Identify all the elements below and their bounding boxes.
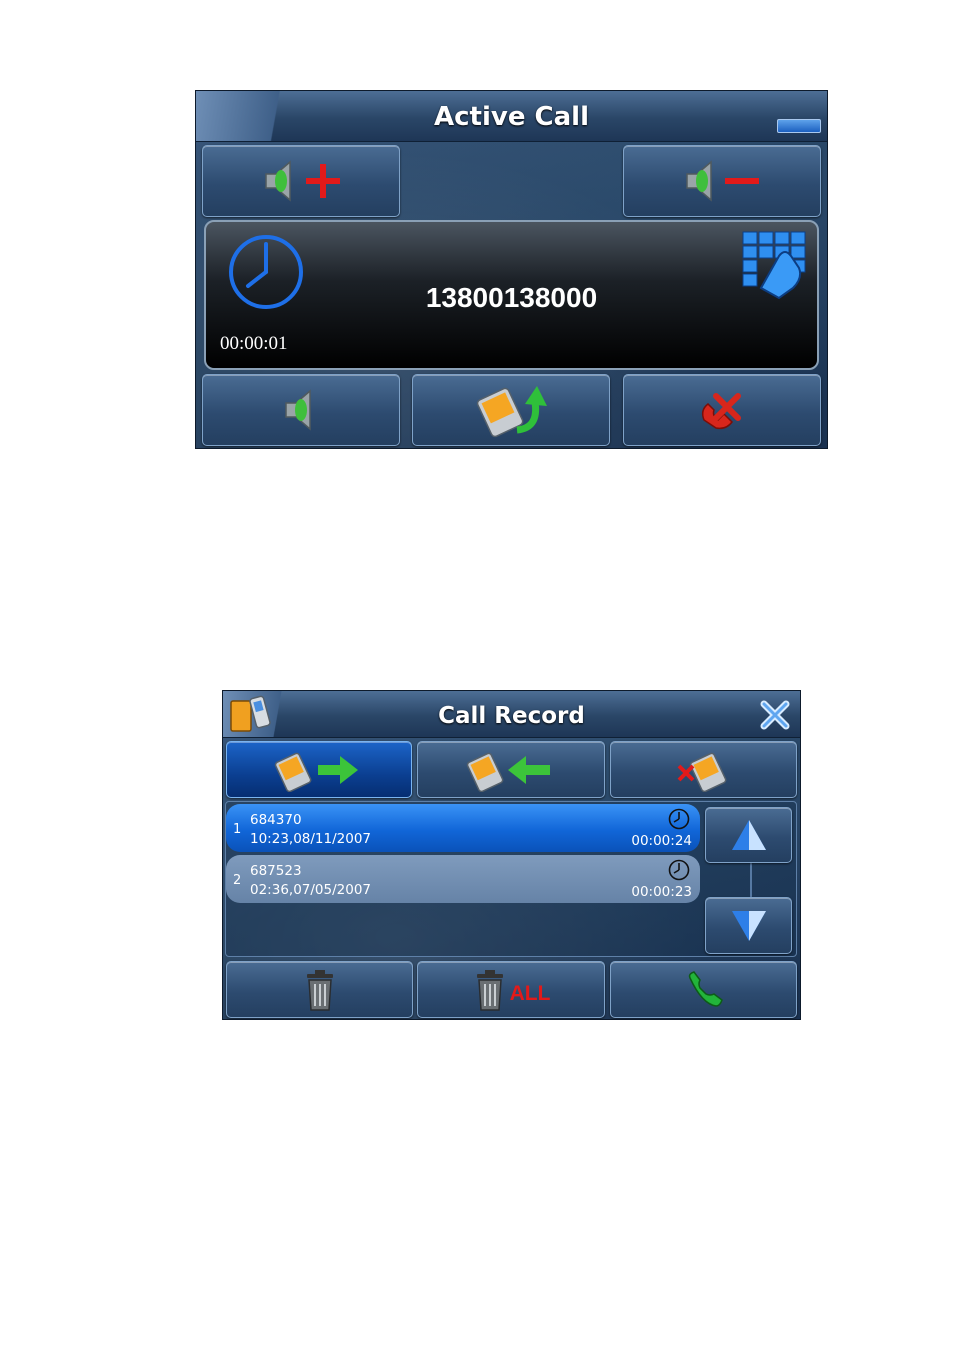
speaker-icon <box>285 389 311 431</box>
clock-icon <box>668 859 690 881</box>
hang-up-button[interactable] <box>623 374 821 446</box>
speaker-plus-icon <box>265 160 340 202</box>
delete-all-button[interactable]: ALL <box>417 961 605 1018</box>
speaker-button[interactable] <box>202 374 400 446</box>
close-icon[interactable] <box>758 698 792 732</box>
page-title: Active Call <box>434 102 589 132</box>
title-bar: Call Record <box>223 691 800 738</box>
list-item[interactable]: 2 687523 02:36,07/05/2007 00:00:23 <box>226 855 700 903</box>
arrow-up-icon <box>731 820 766 850</box>
list-item[interactable]: 1 684370 10:23,08/11/2007 00:00:24 <box>226 804 700 852</box>
record-number: 687523 <box>250 863 302 879</box>
scroll-down-button[interactable] <box>705 897 792 954</box>
minimize-button[interactable] <box>777 119 821 133</box>
trash-icon <box>476 969 503 1011</box>
call-record-screen: Call Record 1 684370 10:23,08/11/2007 00… <box>222 690 801 1020</box>
tab-incoming-calls[interactable] <box>417 741 605 798</box>
arrow-down-icon <box>731 910 766 941</box>
phone-number: 13800138000 <box>425 282 598 313</box>
pda-return-icon <box>476 386 547 438</box>
keypad-icon[interactable] <box>739 228 809 300</box>
hang-up-icon <box>701 393 741 430</box>
volume-down-button[interactable] <box>623 145 821 217</box>
record-datetime: 02:36,07/05/2007 <box>250 882 372 898</box>
tab-missed-calls[interactable] <box>610 741 797 798</box>
title-bar: Active Call <box>196 91 827 142</box>
phone-call-icon <box>688 970 723 1007</box>
missed-call-icon <box>677 752 726 792</box>
scroll-up-button[interactable] <box>705 807 792 863</box>
page-title: Call Record <box>438 703 585 729</box>
call-button[interactable] <box>610 961 797 1018</box>
tab-outgoing-calls[interactable] <box>226 741 412 798</box>
call-timer: 00:00:01 <box>220 333 288 354</box>
clock-icon <box>668 808 690 830</box>
transfer-to-device-button[interactable] <box>412 374 610 446</box>
trash-icon <box>306 969 333 1011</box>
delete-button[interactable] <box>226 961 413 1018</box>
incoming-call-icon <box>466 752 550 792</box>
scroll-track <box>750 861 752 897</box>
active-call-screen: Active Call 13800138000 00:00:01 <box>195 90 828 449</box>
record-number: 684370 <box>250 812 302 828</box>
record-datetime: 10:23,08/11/2007 <box>250 831 372 847</box>
volume-up-button[interactable] <box>202 145 400 217</box>
call-info-panel: 13800138000 00:00:01 <box>204 220 819 370</box>
record-duration: 00:00:23 <box>631 884 692 900</box>
outgoing-call-icon <box>274 752 358 792</box>
delete-all-label: ALL <box>509 981 551 1005</box>
speaker-minus-icon <box>686 160 759 202</box>
record-duration: 00:00:24 <box>631 833 692 849</box>
